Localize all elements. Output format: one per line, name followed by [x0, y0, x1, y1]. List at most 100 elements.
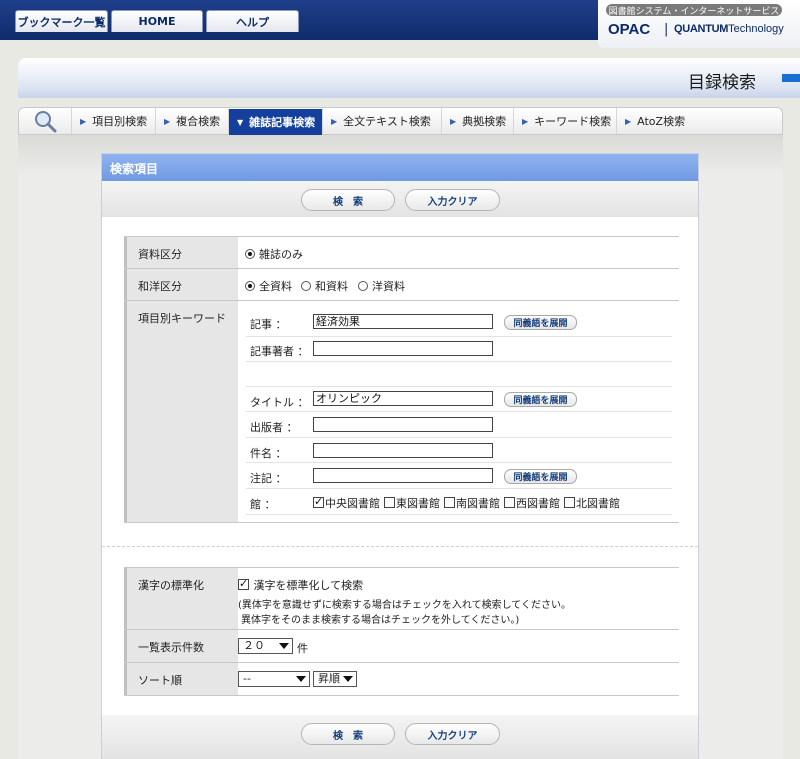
library-checkbox-north[interactable]: 北図書館 [564, 495, 620, 511]
publisher-input[interactable] [313, 417, 493, 432]
kanji-standardization-label: 漢字の標準化 [124, 568, 238, 629]
bookmark-list-tab[interactable]: ブックマーク一覧 [15, 10, 108, 32]
library-checkbox-central[interactable]: 中央図書館 [313, 495, 380, 511]
sort-order-label: ソート順 [124, 663, 238, 695]
tab-atoz-search[interactable]: ▶ AtoZ検索 [616, 108, 694, 134]
library-option-label: 南図書館 [456, 497, 500, 510]
language-japanese-radio[interactable]: 和資料 [301, 278, 348, 294]
language-all-radio[interactable]: 全資料 [245, 278, 292, 294]
checkbox-icon [564, 497, 575, 508]
article-author-input[interactable] [313, 341, 493, 356]
library-option-label: 東図書館 [396, 497, 440, 510]
field-divider [246, 361, 672, 362]
sort-field-value: -- [243, 672, 251, 685]
page-size-unit: 件 [297, 642, 308, 655]
radio-icon [301, 281, 311, 291]
field-divider [246, 514, 672, 515]
kanji-note-line1: (異体字を意識せずに検索する場合はチェックを入れて検索してください。 [238, 600, 572, 611]
company-logo-rest: Technology [728, 23, 784, 35]
tab-label: 全文テキスト検索 [343, 115, 431, 128]
library-option-label: 中央図書館 [325, 497, 380, 510]
tab-label: 雑誌記事検索 [249, 116, 316, 129]
subject-input[interactable] [313, 443, 493, 458]
tab-authority-search[interactable]: ▶ 典拠検索 [441, 108, 513, 134]
title-synonym-button[interactable]: 同義語を展開 [504, 392, 577, 407]
home-tab-label: HOME [138, 15, 176, 28]
search-button-bottom[interactable]: 検 索 [301, 723, 395, 745]
bookmark-list-tab-label: ブックマーク一覧 [17, 15, 106, 29]
material-type-label: 資料区分 [124, 237, 238, 268]
checkbox-checked-icon [313, 495, 324, 508]
field-divider [246, 411, 672, 412]
title-input[interactable]: オリンピック [313, 391, 493, 406]
tab-arrow-icon: ▶ [164, 116, 171, 126]
tab-magazine-article-search[interactable]: ▼ 雑誌記事検索 [228, 109, 322, 135]
magnifier-icon [35, 111, 57, 133]
material-type-option-label: 雑誌のみ [259, 248, 303, 261]
radio-icon [358, 281, 368, 291]
chevron-down-icon [279, 643, 289, 649]
tab-combined-search[interactable]: ▶ 複合検索 [155, 108, 228, 134]
note-input[interactable] [313, 468, 493, 483]
field-divider [246, 336, 672, 337]
article-label: 記事 ： [250, 318, 287, 331]
tab-item-search[interactable]: ▶ 項目別検索 [71, 108, 155, 134]
chevron-down-icon [343, 676, 353, 682]
keyword-label: 項目別キーワード [124, 301, 238, 522]
clear-button-bottom[interactable]: 入力クリア [405, 723, 500, 745]
language-option-label: 和資料 [315, 280, 348, 293]
sort-field-select[interactable]: -- [238, 671, 310, 687]
chevron-down-icon [296, 676, 306, 682]
sort-direction-value: 昇順 [318, 672, 340, 685]
help-tab[interactable]: ヘルプ [206, 10, 299, 32]
language-western-radio[interactable]: 洋資料 [358, 278, 405, 294]
field-divider [246, 462, 672, 463]
library-label: 館 ： [250, 498, 276, 511]
company-logo: QUANTUMTechnology [674, 23, 784, 35]
kanji-standardization-checkbox[interactable]: 漢字を標準化して検索 [238, 577, 363, 593]
tab-label: AtoZ検索 [637, 115, 686, 128]
library-option-label: 西図書館 [516, 497, 560, 510]
sort-direction-select[interactable]: 昇順 [313, 671, 357, 687]
page-size-value: ２０ [243, 639, 265, 652]
library-checkbox-east[interactable]: 東図書館 [384, 495, 440, 511]
row-divider [124, 695, 679, 696]
field-divider [246, 488, 672, 489]
clear-button[interactable]: 入力クリア [405, 189, 500, 211]
note-synonym-button[interactable]: 同義語を展開 [504, 469, 577, 484]
opac-logo: OPAC [608, 21, 651, 38]
header-accent-mark [782, 74, 800, 82]
row-divider [124, 522, 679, 523]
tab-arrow-icon: ▶ [450, 116, 457, 126]
tab-arrow-icon: ▶ [625, 116, 632, 126]
language-option-label: 洋資料 [372, 280, 405, 293]
search-button[interactable]: 検 索 [301, 189, 395, 211]
material-type-radio[interactable]: 雑誌のみ [245, 246, 303, 262]
home-tab[interactable]: HOME [111, 10, 203, 32]
brand-logo: 図書館システム・インターネットサービス OPAC | QUANTUMTechno… [598, 0, 800, 48]
section-separator [102, 546, 698, 547]
tab-label: 項目別検索 [92, 115, 148, 128]
article-input[interactable]: 経済効果 [313, 314, 493, 329]
language-option-label: 全資料 [259, 280, 292, 293]
search-tab-bar: ▶ 項目別検索 ▶ 複合検索 ▼ 雑誌記事検索 ▶ 全文テキスト検索 ▶ 典拠検索 ▶ キー… [18, 107, 783, 135]
tab-keyword-search[interactable]: ▶ キーワード検索 [513, 108, 616, 134]
library-checkbox-west[interactable]: 西図書館 [504, 495, 560, 511]
radio-selected-icon [245, 249, 255, 259]
tab-label: キーワード検索 [534, 115, 612, 128]
checkbox-checked-icon [238, 577, 249, 590]
panel-title: 検索項目 [102, 154, 698, 181]
kanji-note-line2: 異体字をそのまま検索する場合はチェックを外してください。) [241, 615, 520, 626]
tab-fulltext-search[interactable]: ▶ 全文テキスト検索 [322, 108, 441, 134]
library-checkbox-south[interactable]: 南図書館 [444, 495, 500, 511]
help-tab-label: ヘルプ [236, 15, 269, 29]
subject-label: 件名 ： [250, 447, 287, 460]
checkbox-icon [384, 497, 395, 508]
page-size-select[interactable]: ２０ [238, 638, 293, 654]
field-divider [246, 437, 672, 438]
brand-separator: | [664, 22, 669, 37]
article-synonym-button[interactable]: 同義語を展開 [504, 315, 577, 330]
publisher-label: 出版者 ： [250, 421, 298, 434]
top-button-row: 検 索 入力クリア [102, 181, 698, 217]
tab-arrow-down-icon: ▼ [237, 117, 244, 127]
